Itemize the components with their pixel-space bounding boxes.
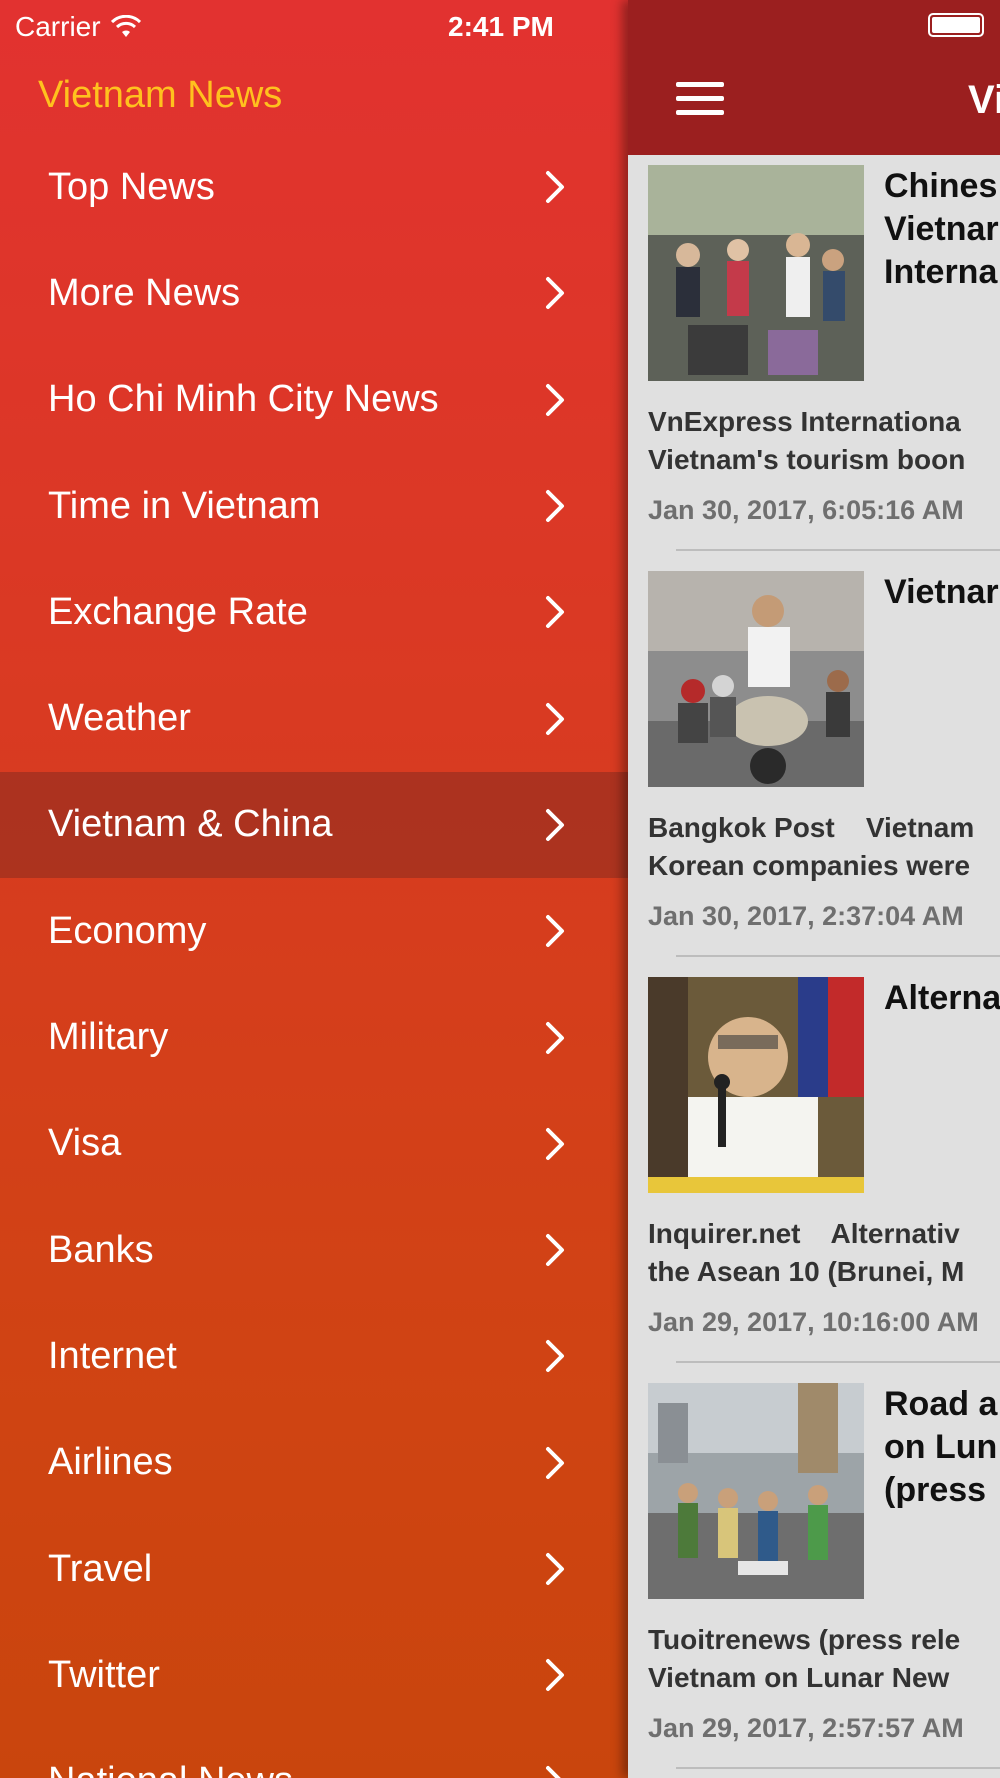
chevron-right-icon — [546, 383, 564, 416]
menu-item-more-news[interactable]: More News — [0, 240, 628, 346]
article-headline: Road a on Lun (press — [884, 1385, 998, 1509]
menu-item-travel[interactable]: Travel — [0, 1516, 628, 1622]
menu-item-time-in-vietnam[interactable]: Time in Vietnam — [0, 453, 628, 559]
menu-item-military[interactable]: Military — [0, 984, 628, 1090]
menu-item-label: Weather — [48, 697, 191, 740]
chevron-right-icon — [546, 1765, 562, 1778]
article-card[interactable]: Chines Vietnar Interna VnExpress Interna… — [628, 155, 1000, 561]
photo-crowd — [648, 165, 864, 381]
menu-item-label: Vietnam & China — [48, 803, 333, 846]
menu-item-label: Visa — [48, 1122, 122, 1165]
chevron-right-icon — [546, 915, 564, 948]
chevron-right-icon — [546, 1127, 564, 1160]
wifi-icon — [110, 15, 141, 37]
article-snippet: Inquirer.net Alternativ the Asean 10 (Br… — [648, 1218, 965, 1287]
article-date: Jan 29, 2017, 2:57:57 AM — [648, 1713, 964, 1743]
menu-item-label: Time in Vietnam — [48, 484, 321, 527]
article-thumbnail — [648, 571, 864, 787]
status-bar-left: Carrier — [15, 10, 141, 44]
article-card[interactable]: Alterna Inquirer.net Alternativ the Asea… — [628, 967, 1000, 1373]
chevron-right-icon — [546, 702, 564, 735]
article-date: Jan 29, 2017, 10:16:00 AM — [648, 1307, 979, 1337]
article-date: Jan 30, 2017, 2:37:04 AM — [648, 901, 964, 931]
article-snippet: Bangkok Post Vietnam Korean companies we… — [648, 812, 975, 881]
menu-item-label: Travel — [48, 1547, 153, 1590]
article-thumbnail — [648, 165, 864, 381]
carrier-label: Carrier — [15, 11, 101, 42]
menu-item-label: Airlines — [48, 1441, 173, 1484]
menu-item-label: Ho Chi Minh City News — [48, 378, 439, 421]
menu-item-vietnam-china[interactable]: Vietnam & China — [0, 771, 628, 879]
article-card[interactable]: Road a on Lun (press Tuoitrenews (press … — [628, 1373, 1000, 1778]
drawer-menu: Top News More News Ho Chi Minh City News… — [0, 134, 628, 1778]
menu-item-label: National News — [48, 1760, 293, 1778]
chevron-right-icon — [546, 1234, 564, 1267]
menu-item-label: Exchange Rate — [48, 590, 308, 633]
article-headline: Vietnar — [884, 573, 999, 611]
menu-item-banks[interactable]: Banks — [0, 1197, 628, 1303]
menu-item-hcmc-news[interactable]: Ho Chi Minh City News — [0, 347, 628, 453]
article-snippet: VnExpress Internationa Vietnam's tourism… — [648, 406, 966, 475]
menu-item-economy[interactable]: Economy — [0, 878, 628, 984]
chevron-right-icon — [546, 1553, 564, 1585]
article-thumbnail — [648, 977, 864, 1193]
status-time: 2:41 PM — [448, 11, 554, 42]
divider — [676, 1767, 1000, 1769]
side-drawer: Carrier 2:41 PM Vietnam News Top News Mo… — [0, 0, 628, 1778]
hamburger-menu-icon[interactable] — [676, 82, 724, 122]
menu-item-twitter[interactable]: Twitter — [0, 1622, 628, 1728]
menu-item-label: Banks — [48, 1228, 154, 1271]
chevron-right-icon — [546, 1446, 564, 1479]
photo-street-scene — [648, 1383, 864, 1599]
nav-bar: Vi — [628, 0, 1000, 155]
chevron-right-icon — [546, 596, 564, 629]
menu-item-weather[interactable]: Weather — [0, 665, 628, 771]
menu-item-label: Economy — [48, 909, 207, 952]
menu-item-label: Military — [48, 1016, 169, 1059]
menu-item-label: Twitter — [48, 1653, 160, 1696]
chevron-right-icon — [546, 171, 564, 204]
chevron-right-icon — [546, 1340, 564, 1373]
photo-motorbikes — [648, 571, 864, 787]
menu-item-exchange-rate[interactable]: Exchange Rate — [0, 559, 628, 665]
chevron-right-icon — [546, 808, 564, 841]
menu-item-internet[interactable]: Internet — [0, 1303, 628, 1409]
divider — [676, 549, 1000, 551]
nav-title: Vi — [968, 78, 1000, 122]
article-date: Jan 30, 2017, 6:05:16 AM — [648, 495, 964, 525]
article-snippet: Tuoitrenews (press rele Vietnam on Lunar… — [648, 1624, 961, 1693]
chevron-right-icon — [546, 1021, 564, 1054]
divider — [676, 1361, 1000, 1363]
article-headline: Chines Vietnar Interna — [884, 167, 999, 291]
menu-item-visa[interactable]: Visa — [0, 1091, 628, 1197]
menu-item-label: More News — [48, 271, 241, 314]
menu-item-national-news[interactable]: National News — [0, 1728, 628, 1778]
article-headline: Alterna — [884, 979, 1000, 1017]
menu-item-top-news[interactable]: Top News — [0, 134, 628, 240]
menu-item-airlines[interactable]: Airlines — [0, 1410, 628, 1516]
menu-item-label: Internet — [48, 1334, 177, 1377]
battery-icon — [928, 13, 984, 37]
divider — [676, 955, 1000, 957]
chevron-right-icon — [546, 277, 564, 310]
drawer-title: Vietnam News — [38, 74, 283, 116]
article-thumbnail — [648, 1383, 864, 1599]
photo-speaker — [648, 977, 864, 1193]
news-feed[interactable]: Chines Vietnar Interna VnExpress Interna… — [628, 155, 1000, 1778]
article-card[interactable]: Vietnar Bangkok Post Vietnam Korean comp… — [628, 561, 1000, 967]
chevron-right-icon — [546, 1659, 564, 1692]
menu-item-label: Top News — [48, 165, 215, 208]
main-panel: Vi Chines Vietnar Interna VnExpress Inte — [628, 0, 1000, 1778]
chevron-right-icon — [546, 490, 564, 523]
